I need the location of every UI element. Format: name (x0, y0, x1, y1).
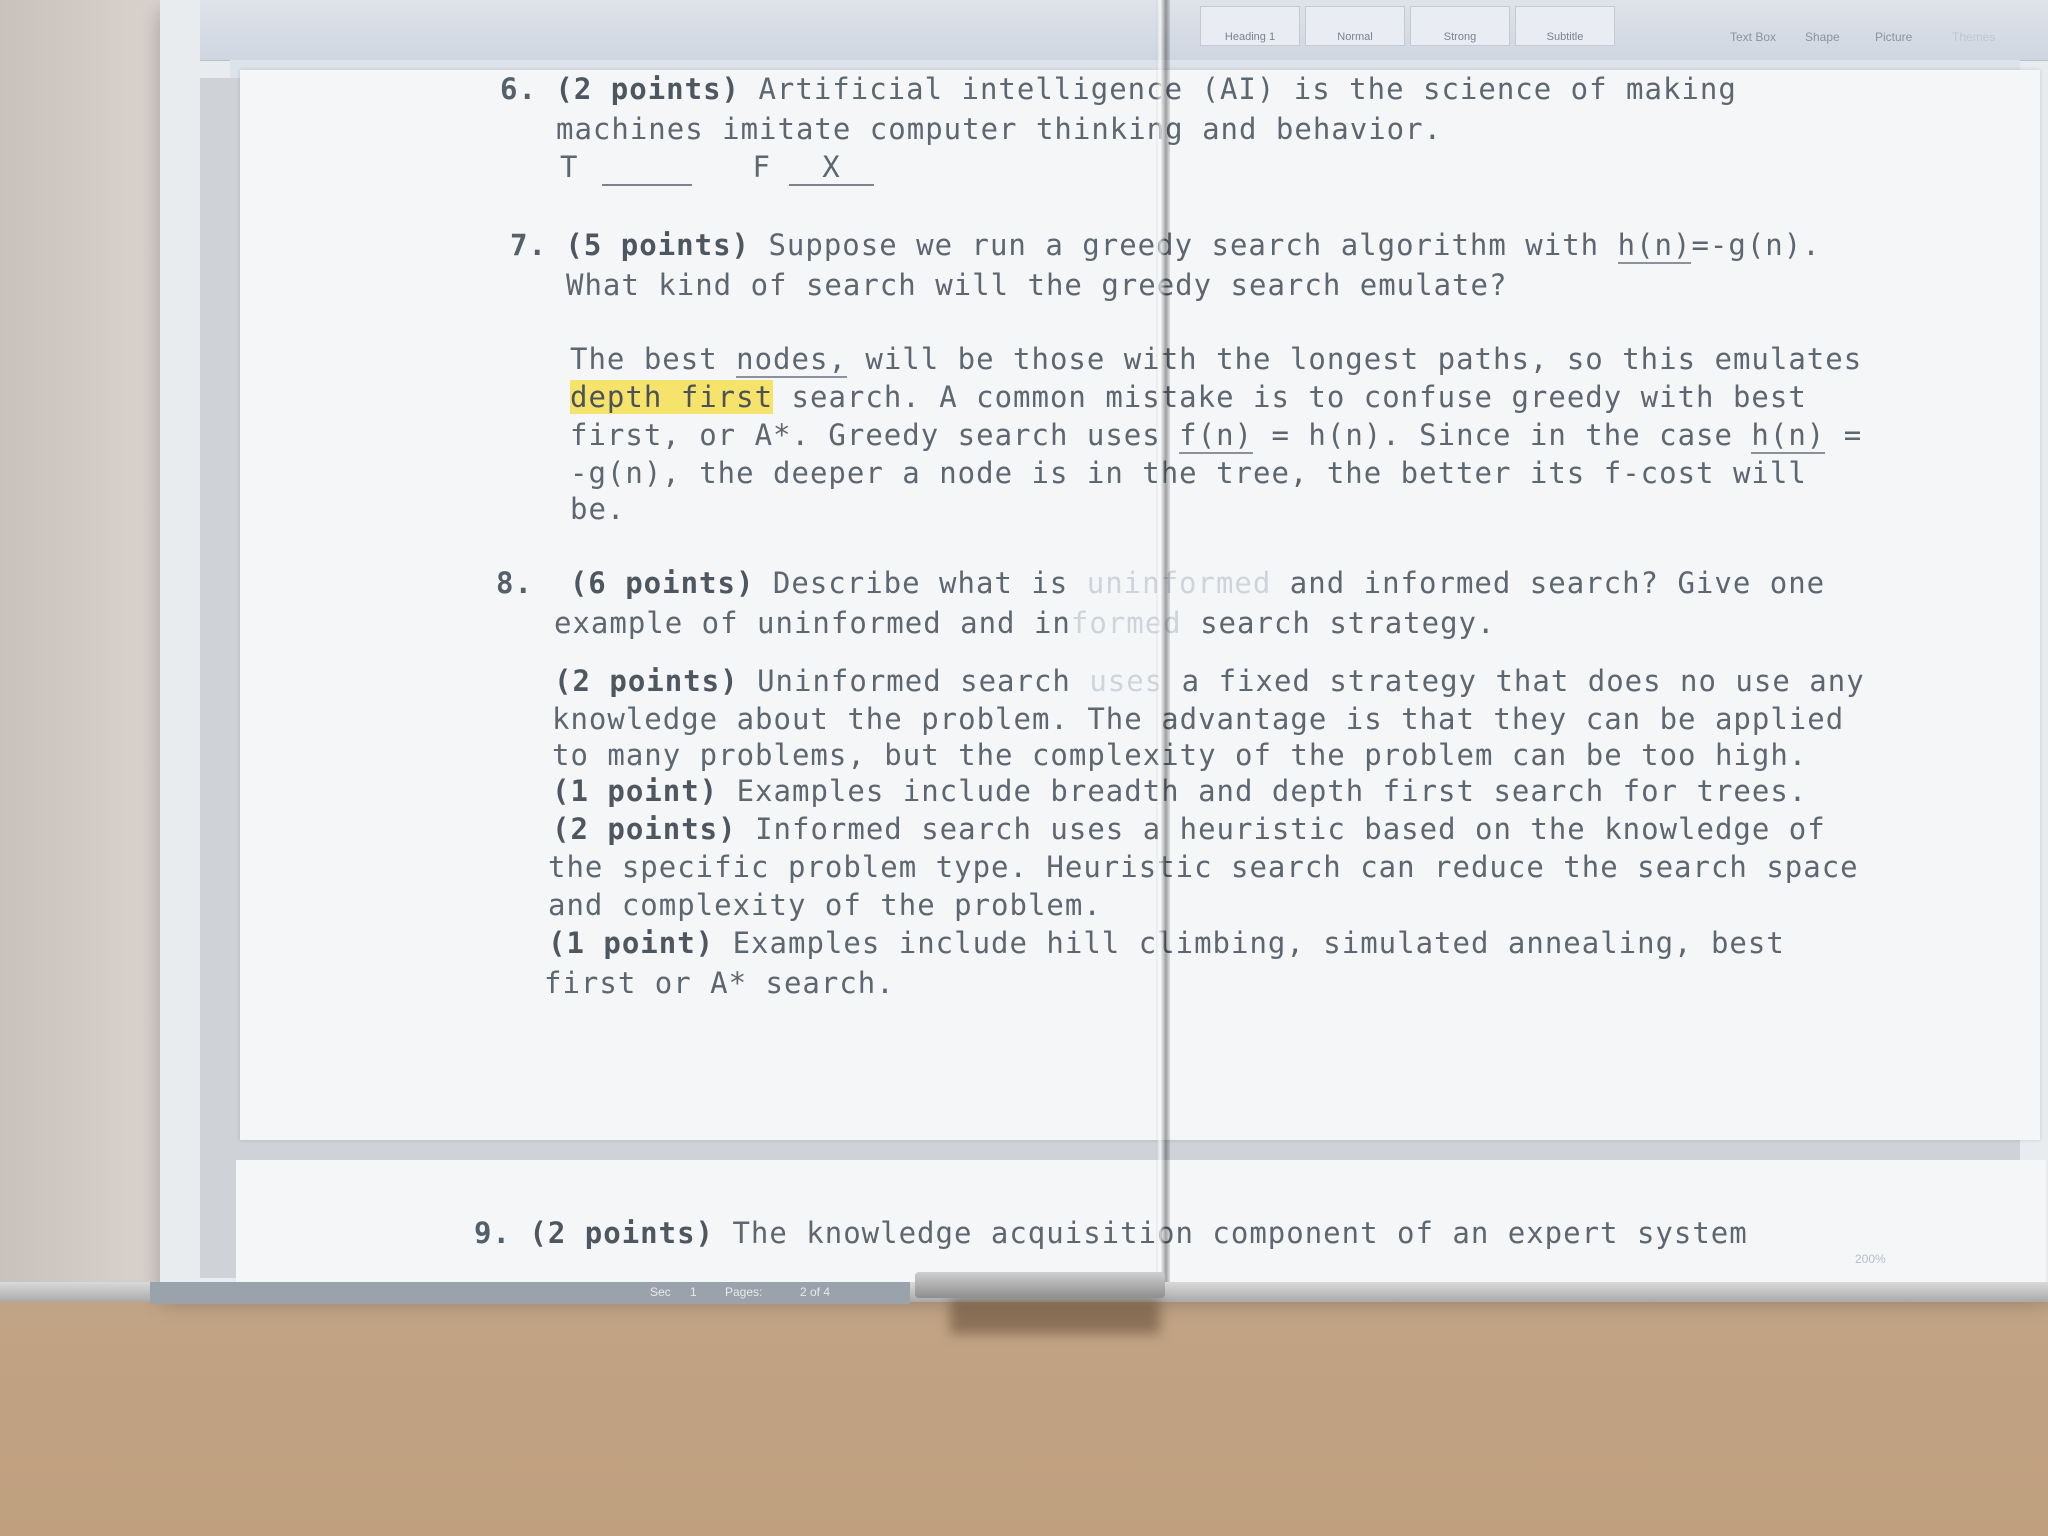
marker-tray (915, 1272, 1165, 1298)
answer-8-line-9: first or A* search. (544, 966, 895, 1000)
answer-7-line-3: first, or A*. Greedy search uses f(n) = … (570, 418, 1863, 454)
style-subtitle-button[interactable]: Subtitle (1515, 6, 1615, 46)
pages-value: 2 of 4 (800, 1285, 831, 1299)
tray-shadow (950, 1298, 1160, 1334)
themes-button[interactable]: Themes (1952, 30, 1995, 44)
zoom-level[interactable]: 200% (1855, 1252, 1886, 1266)
highlighted-text: depth first (570, 380, 774, 414)
pages-label: Pages: (725, 1285, 763, 1299)
question-6-line-1: 6. (2 points) Artificial intelligence (A… (500, 72, 1737, 106)
answer-8-line-4: (1 point) Examples include breadth and d… (552, 774, 1808, 808)
answer-7-line-4: -g(n), the deeper a node is in the tree,… (570, 456, 1807, 490)
answer-8-line-6: the specific problem type. Heuristic sea… (548, 850, 1859, 884)
answer-8-line-3: to many problems, but the complexity of … (552, 738, 1808, 772)
answer-8-line-2: knowledge about the problem. The advanta… (552, 702, 1845, 736)
section-label: Sec (650, 1285, 671, 1299)
question-8-line-2: example of uninformed and informed searc… (554, 606, 1496, 640)
question-6-line-2: machines imitate computer thinking and b… (556, 112, 1443, 146)
picture-button[interactable]: Picture (1875, 30, 1912, 44)
answer-8-line-1: (2 points) Uninformed search uses a fixe… (554, 664, 1865, 698)
question-9-line-1: 9. (2 points) The knowledge acquisition … (474, 1216, 1748, 1250)
answer-8-line-7: and complexity of the problem. (548, 888, 1102, 922)
style-heading1-button[interactable]: Heading 1 (1200, 6, 1300, 46)
word-ribbon: Heading 1 Normal Strong Subtitle Text Bo… (200, 0, 2048, 61)
shape-button[interactable]: Shape (1805, 30, 1840, 44)
whiteboard-seam (1156, 0, 1170, 1290)
answer-7-line-1: The best nodes, will be those with the l… (570, 342, 1863, 378)
question-7-line-2: What kind of search will the greedy sear… (566, 268, 1508, 302)
answer-7-line-2: depth first search. A common mistake is … (570, 380, 1807, 414)
section-value: 1 (690, 1285, 697, 1299)
style-normal-button[interactable]: Normal (1305, 6, 1405, 46)
text-box-button[interactable]: Text Box (1730, 30, 1776, 44)
answer-8-line-5: (2 points) Informed search uses a heuris… (552, 812, 1826, 846)
question-6-answer-line: TFX (560, 150, 874, 186)
word-status-bar: Sec 1 Pages: 2 of 4 (150, 1282, 910, 1304)
style-strong-button[interactable]: Strong (1410, 6, 1510, 46)
answer-7-line-5: be. (570, 492, 626, 526)
